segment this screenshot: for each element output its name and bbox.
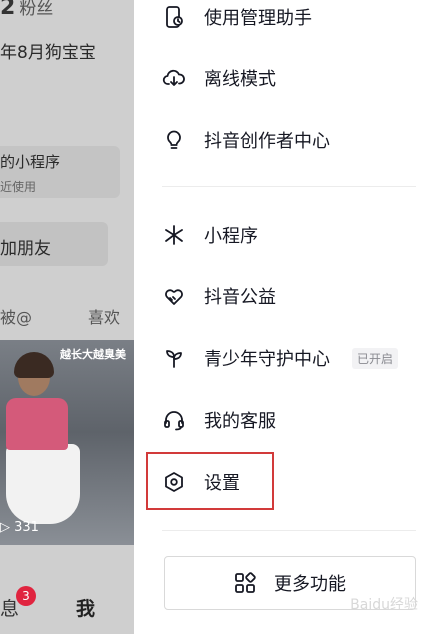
more-functions-button[interactable]: 更多功能	[164, 556, 416, 610]
video-views: ▷ 331	[0, 520, 39, 535]
menu-item-creator-center[interactable]: 抖音创作者中心	[134, 115, 432, 165]
phone-manage-icon	[162, 5, 186, 29]
menu-item-mini-programs[interactable]: 小程序	[134, 210, 432, 260]
add-friend-button[interactable]: 加朋友	[0, 222, 108, 266]
fans-count: 2 粉丝	[0, 0, 54, 20]
menu-divider	[162, 530, 416, 531]
menu-item-charity[interactable]: 抖音公益	[134, 271, 432, 321]
mini-program-subtitle: 近使用	[0, 180, 37, 194]
profile-bio: 年8月狗宝宝	[0, 43, 96, 63]
sprout-icon	[162, 346, 186, 370]
menu-item-usage-manager[interactable]: 使用管理助手	[134, 0, 432, 42]
tab-mentions[interactable]: 被@	[0, 304, 32, 328]
tab-likes[interactable]: 喜欢	[88, 304, 120, 328]
menu-item-customer-service[interactable]: 我的客服	[134, 395, 432, 445]
video-thumbnail[interactable]: 越长大越臭美 ▷ 331	[0, 340, 134, 545]
menu-divider	[162, 186, 416, 187]
nav-me[interactable]: 我	[76, 594, 95, 621]
menu-item-youth-protection[interactable]: 青少年守护中心 已开启	[134, 333, 432, 383]
menu-item-settings[interactable]: 设置	[134, 457, 432, 507]
menu-item-offline-mode[interactable]: 离线模式	[134, 53, 432, 103]
side-drawer-menu: 使用管理助手 离线模式 抖音创作者中心 小程序 抖音公益 青少年守护中心 已开启…	[134, 0, 432, 634]
video-overlay-text: 越长大越臭美	[60, 348, 126, 361]
heart-hands-icon	[162, 284, 186, 308]
status-badge: 已开启	[352, 347, 399, 369]
lightbulb-icon	[162, 128, 186, 152]
bottom-nav: 息 3 我	[0, 566, 134, 634]
grid-icon	[234, 572, 256, 594]
mini-program-title: 的小程序	[0, 153, 61, 171]
headset-icon	[162, 408, 186, 432]
profile-background: 2 粉丝 年8月狗宝宝 的小程序 近使用 加朋友 被@ 喜欢 越长大越臭美 ▷ 3…	[0, 0, 134, 634]
message-badge: 3	[16, 586, 36, 606]
hexagon-settings-icon	[162, 470, 186, 494]
cloud-download-icon	[162, 66, 186, 90]
asterisk-icon	[162, 223, 186, 247]
